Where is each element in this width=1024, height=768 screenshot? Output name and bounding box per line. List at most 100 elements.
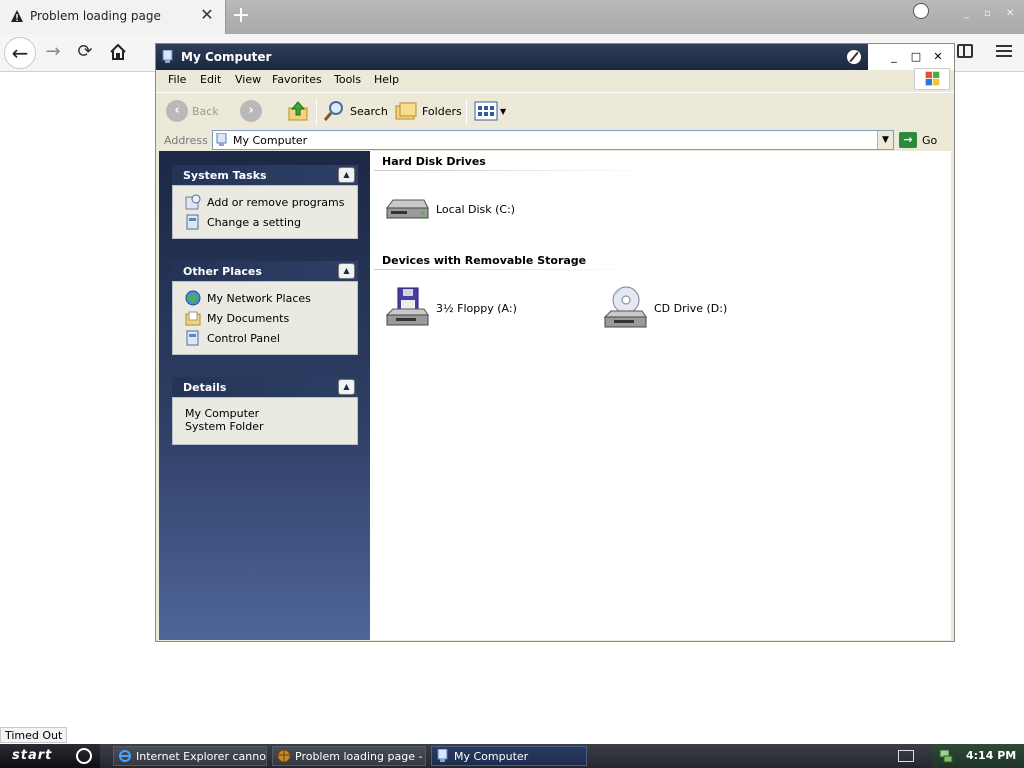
address-bar: Address My Computer ▼ → Go — [156, 130, 954, 150]
toolbar-separator — [316, 99, 317, 125]
window-title-bar[interactable]: My Computer _ □ ✕ — [156, 44, 954, 70]
keyboard-icon[interactable] — [898, 750, 914, 762]
address-value: My Computer — [233, 134, 308, 147]
address-label: Address — [164, 134, 208, 147]
other-places-header[interactable]: Other Places ▲ — [172, 261, 358, 281]
computer-icon — [162, 50, 173, 63]
browser-close-icon[interactable]: ✕ — [1006, 8, 1014, 19]
back-arrow-icon[interactable]: ← — [4, 37, 36, 69]
add-remove-programs-icon — [185, 194, 201, 210]
new-tab-button[interactable]: + — [230, 4, 252, 28]
toolbar-separator — [466, 99, 467, 125]
hard-disk-icon — [386, 199, 429, 219]
maximize-button[interactable]: □ — [908, 49, 924, 65]
cd-drive-label: CD Drive (D:) — [654, 301, 728, 315]
forward-arrow-icon[interactable]: → — [43, 42, 63, 62]
system-tasks-header[interactable]: System Tasks ▲ — [172, 165, 358, 185]
browser-tab-strip: Problem loading page ✕ + _ ▫ ✕ — [0, 0, 1024, 34]
folders-button[interactable]: Folders — [394, 97, 462, 125]
network-tray-icon[interactable] — [938, 748, 954, 764]
browser-globe-icon — [277, 749, 291, 763]
address-field[interactable]: My Computer ▼ — [212, 130, 894, 150]
local-disk-label: Local Disk (C:) — [436, 202, 516, 216]
menu-edit[interactable]: Edit — [200, 73, 221, 86]
close-button[interactable]: ✕ — [930, 49, 946, 65]
floppy-drive-a[interactable]: 3½ Floppy (A:) — [384, 285, 517, 331]
taskbar-item-label: Internet Explorer canno... — [136, 749, 267, 763]
details-type: System Folder — [185, 420, 264, 433]
task-pane: System Tasks ▲ Add or remove programs Ch… — [159, 151, 370, 640]
search-button[interactable]: Search — [322, 97, 388, 125]
menu-favorites[interactable]: Favorites — [272, 73, 322, 86]
control-panel-icon — [186, 330, 199, 346]
menu-bar: File Edit View Favorites Tools Help — [156, 70, 954, 90]
address-dropdown-icon[interactable]: ▼ — [877, 131, 893, 149]
local-disk-c[interactable]: Local Disk (C:) — [384, 186, 515, 232]
start-button[interactable]: start — [0, 744, 100, 768]
close-tab-icon[interactable]: ✕ — [198, 6, 216, 24]
add-remove-programs-link[interactable]: Add or remove programs — [185, 192, 349, 212]
taskbar-item-label: Problem loading page - ... — [295, 749, 426, 763]
hamburger-menu-icon[interactable] — [996, 43, 1012, 59]
minimize-button[interactable]: _ — [886, 49, 902, 65]
floppy-drive-icon — [385, 287, 429, 326]
go-button[interactable]: → Go — [899, 130, 937, 150]
details-name: My Computer — [185, 407, 260, 420]
control-panel-label: Control Panel — [207, 331, 280, 345]
my-network-places-label: My Network Places — [207, 291, 311, 305]
start-orb-icon — [76, 748, 92, 764]
control-panel-link[interactable]: Control Panel — [185, 328, 349, 348]
system-tasks-panel: System Tasks ▲ Add or remove programs Ch… — [172, 165, 358, 239]
floppy-drive-label: 3½ Floppy (A:) — [436, 301, 517, 315]
sidebar-toggle-icon[interactable] — [957, 44, 973, 58]
section-divider — [374, 170, 656, 171]
add-remove-programs-label: Add or remove programs — [207, 195, 345, 209]
warning-icon — [11, 10, 23, 22]
folders-label: Folders — [422, 104, 462, 118]
menu-file[interactable]: File — [168, 73, 186, 86]
home-icon[interactable] — [108, 42, 128, 62]
my-network-places-link[interactable]: My Network Places — [185, 288, 349, 308]
menu-help[interactable]: Help — [374, 73, 399, 86]
menu-tools[interactable]: Tools — [334, 73, 361, 86]
clock[interactable]: 4:14 PM — [966, 749, 1016, 762]
removable-storage-heading: Devices with Removable Storage — [382, 254, 587, 267]
collapse-chevron-icon[interactable]: ▲ — [338, 263, 355, 279]
go-label: Go — [922, 133, 938, 147]
collapse-chevron-icon[interactable]: ▲ — [338, 167, 355, 183]
go-arrow-icon: → — [899, 132, 917, 148]
collapse-chevron-icon[interactable]: ▲ — [338, 379, 355, 395]
change-setting-link[interactable]: Change a setting — [185, 212, 349, 232]
network-globe-icon — [185, 290, 201, 306]
chevron-down-icon: ▼ — [500, 106, 507, 116]
back-button[interactable]: ‹ Back — [166, 97, 219, 125]
computer-icon — [437, 749, 448, 762]
taskbar-item-internet-explorer[interactable]: Internet Explorer canno... — [113, 746, 267, 766]
other-places-body: My Network Places My Documents Control P… — [172, 281, 358, 355]
control-panel-icon — [186, 214, 199, 230]
hard-disk-drives-heading: Hard Disk Drives — [382, 155, 486, 168]
window-status-icon — [846, 49, 862, 65]
browser-restore-icon[interactable]: ▫ — [984, 8, 991, 19]
my-documents-label: My Documents — [207, 311, 290, 325]
browser-tab[interactable]: Problem loading page ✕ — [0, 0, 226, 34]
details-header[interactable]: Details ▲ — [172, 377, 358, 397]
system-tasks-title: System Tasks — [183, 169, 267, 182]
views-icon — [474, 101, 498, 121]
cd-drive-d[interactable]: CD Drive (D:) — [602, 285, 727, 331]
taskbar-item-problem-loading[interactable]: Problem loading page - ... — [272, 746, 426, 766]
start-label: start — [12, 748, 53, 763]
views-button[interactable]: ▼ — [474, 97, 506, 125]
forward-button[interactable]: › — [240, 97, 266, 125]
my-documents-link[interactable]: My Documents — [185, 308, 349, 328]
window-title: My Computer — [181, 50, 272, 64]
browser-minimize-icon[interactable]: _ — [964, 8, 969, 19]
reload-icon[interactable]: ⟳ — [75, 42, 95, 62]
taskbar-item-label: My Computer — [454, 749, 529, 763]
taskbar-item-my-computer[interactable]: My Computer — [431, 746, 587, 766]
folders-icon — [395, 102, 417, 120]
windows-logo-icon — [914, 68, 950, 90]
menu-view[interactable]: View — [235, 73, 261, 86]
folder-up-icon[interactable] — [286, 97, 310, 125]
window-controls: _ □ ✕ — [868, 44, 954, 70]
